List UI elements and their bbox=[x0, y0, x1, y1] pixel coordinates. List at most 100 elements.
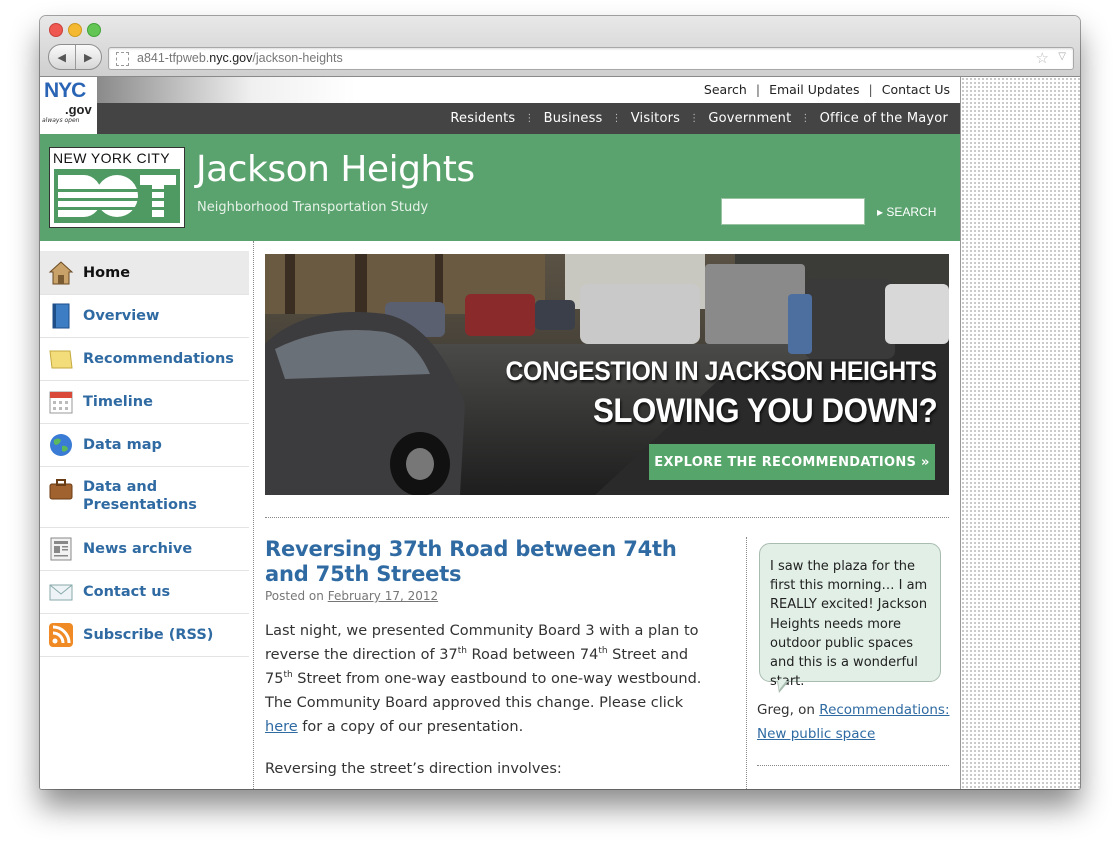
quote-author: Greg, on bbox=[757, 702, 815, 718]
quote-sidebar: I saw the plaza for the first this morni… bbox=[746, 537, 952, 789]
post-paragraph-2: Reversing the street’s direction involve… bbox=[265, 761, 562, 777]
sidebar-item-overview[interactable]: Overview bbox=[40, 294, 249, 338]
envelope-icon bbox=[48, 579, 74, 605]
post-sup: th bbox=[283, 670, 293, 681]
browser-toolbar: ◀ ▶ a841-tfpweb.nyc.gov/jackson-heights … bbox=[40, 16, 1080, 77]
blog-post: Reversing 37th Road between 74th and 75t… bbox=[265, 537, 725, 777]
hero-subheadline: SLOWING YOU DOWN? bbox=[592, 392, 938, 430]
hero-headline: CONGESTION IN JACKSON HEIGHTS bbox=[505, 356, 938, 386]
divider bbox=[757, 765, 949, 766]
url-text[interactable]: a841-tfpweb.nyc.gov/jackson-heights bbox=[137, 51, 343, 65]
newspaper-icon bbox=[48, 536, 74, 562]
forward-arrow-icon[interactable]: ▶ bbox=[76, 45, 102, 69]
nyc-dot-logo[interactable]: NEW YORK CITY bbox=[49, 147, 185, 228]
sidebar-item-label: Home bbox=[83, 265, 131, 281]
bookmark-star-icon[interactable]: ☆ bbox=[1036, 49, 1049, 67]
post-paragraph: Last night, we presented Community Board… bbox=[265, 619, 720, 739]
zoom-window-button[interactable] bbox=[87, 23, 101, 37]
nyc-logo-text: NYC bbox=[44, 79, 86, 102]
sidebar-item-news-archive[interactable]: News archive bbox=[40, 527, 249, 571]
utility-link-email-updates[interactable]: Email Updates bbox=[769, 82, 859, 97]
utility-link-search[interactable]: Search bbox=[704, 82, 747, 97]
divider bbox=[265, 517, 949, 518]
sidebar-item-subscribe-rss[interactable]: Subscribe (RSS) bbox=[40, 613, 249, 657]
page-background-pattern bbox=[960, 77, 1080, 789]
sidebar-item-label: Recommendations bbox=[83, 351, 234, 367]
nav-separator: | bbox=[755, 82, 761, 97]
browser-window: ◀ ▶ a841-tfpweb.nyc.gov/jackson-heights … bbox=[40, 16, 1080, 789]
sidebar-item-data-map[interactable]: Data map bbox=[40, 423, 249, 467]
sidebar-item-label: Overview bbox=[83, 308, 160, 324]
site-banner: NEW YORK CITY Jackson Heights Neighborho… bbox=[40, 134, 960, 241]
history-nav: ◀ ▶ bbox=[48, 44, 102, 70]
dot-logo-text: NEW YORK CITY bbox=[53, 150, 170, 166]
post-date-link[interactable]: February 17, 2012 bbox=[328, 589, 438, 603]
page-viewport: NYC .gov always open Search | Email Update… bbox=[40, 77, 1080, 789]
sidebar-item-label: Timeline bbox=[83, 394, 153, 410]
page-icon bbox=[116, 52, 129, 66]
nav-separator: | bbox=[868, 82, 873, 97]
post-text: Street from one-way eastbound to one-way… bbox=[265, 671, 702, 711]
main-nav-business[interactable]: Business bbox=[544, 111, 603, 127]
nav-separator: ⋮ bbox=[689, 113, 700, 124]
main-content: CONGESTION IN JACKSON HEIGHTS SLOWING YO… bbox=[254, 241, 960, 789]
page-subtitle: Neighborhood Transportation Study bbox=[197, 200, 429, 215]
main-nav-residents[interactable]: Residents bbox=[450, 111, 515, 127]
search-button-label: SEARCH bbox=[886, 205, 937, 219]
post-text: for a copy of our presentation. bbox=[297, 719, 524, 735]
minimize-window-button[interactable] bbox=[68, 23, 82, 37]
search-button[interactable]: ▸ SEARCH bbox=[877, 205, 936, 219]
posted-on-label: Posted on bbox=[265, 589, 324, 603]
sidebar-item-data-and-presentations[interactable]: Data and Presentations bbox=[40, 466, 249, 528]
sidebar-item-label: Data map bbox=[83, 437, 162, 453]
page-title: Jackson Heights bbox=[196, 149, 475, 190]
sidebar-item-label: Contact us bbox=[83, 584, 171, 600]
globe-icon bbox=[48, 432, 74, 458]
sidebar-item-contact-us[interactable]: Contact us bbox=[40, 570, 249, 614]
nyc-logo-gov: .gov bbox=[65, 102, 92, 117]
nav-separator: ⋮ bbox=[524, 113, 535, 124]
main-nav-visitors[interactable]: Visitors bbox=[631, 111, 680, 127]
sidebar-item-timeline[interactable]: Timeline bbox=[40, 380, 249, 424]
utility-nav: Search | Email Updates | Contact Us bbox=[704, 82, 950, 97]
briefcase-icon bbox=[48, 476, 74, 502]
main-nav: Residents ⋮ Business ⋮ Visitors ⋮ Government ⋮ O… bbox=[97, 103, 960, 134]
quote-bubble-tail-fill bbox=[778, 680, 787, 690]
close-window-button[interactable] bbox=[49, 23, 63, 37]
quote-bubble: I saw the plaza for the first this morni… bbox=[759, 543, 941, 689]
post-meta: Posted on February 17, 2012 bbox=[265, 589, 725, 603]
post-sup: th bbox=[457, 646, 467, 657]
quote-attribution: Greg, on Recommendations: New public spa… bbox=[757, 698, 957, 746]
calendar-icon bbox=[48, 389, 74, 415]
back-arrow-icon[interactable]: ◀ bbox=[49, 45, 76, 69]
nav-separator: ⋮ bbox=[800, 113, 811, 124]
sidebar-item-label: News archive bbox=[83, 541, 193, 557]
address-bar[interactable]: a841-tfpweb.nyc.gov/jackson-heights ☆ ▽ bbox=[108, 47, 1074, 70]
search-input[interactable] bbox=[721, 198, 865, 225]
site: NYC .gov always open Search | Email Update… bbox=[40, 77, 960, 789]
nyc-logo-tagline: always open bbox=[42, 117, 80, 124]
utility-link-contact-us[interactable]: Contact Us bbox=[882, 82, 950, 97]
sidebar-item-label: Subscribe (RSS) bbox=[83, 627, 214, 643]
house-icon bbox=[48, 260, 74, 286]
url-dropdown-icon[interactable]: ▽ bbox=[1058, 51, 1066, 62]
rss-icon bbox=[48, 622, 74, 648]
sidebar-item-recommendations[interactable]: Recommendations bbox=[40, 337, 249, 381]
sidebar-item-label: Data and Presentations bbox=[83, 479, 197, 513]
post-title[interactable]: Reversing 37th Road between 74th and 75t… bbox=[265, 537, 725, 586]
explore-recommendations-button[interactable]: EXPLORE THE RECOMMENDATIONS » bbox=[649, 444, 935, 480]
note-icon bbox=[48, 346, 74, 372]
utility-bar: Search | Email Updates | Contact Us bbox=[97, 77, 960, 103]
post-text: Road between 74 bbox=[466, 647, 599, 663]
main-nav-office-of-the-mayor[interactable]: Office of the Mayor bbox=[820, 111, 948, 127]
presentation-link[interactable]: here bbox=[265, 719, 298, 735]
dot-logo-graphic bbox=[54, 169, 180, 223]
sidebar-nav: Home Overview Recommendations Timeline Data … bbox=[40, 241, 254, 789]
hero-banner[interactable]: CONGESTION IN JACKSON HEIGHTS SLOWING YO… bbox=[265, 254, 949, 495]
nav-separator: ⋮ bbox=[611, 113, 622, 124]
post-sup: th bbox=[598, 646, 608, 657]
main-nav-government[interactable]: Government bbox=[708, 111, 791, 127]
nyc-gov-logo[interactable]: NYC .gov always open bbox=[40, 77, 97, 130]
book-icon bbox=[48, 303, 74, 329]
sidebar-item-home[interactable]: Home bbox=[40, 251, 249, 295]
